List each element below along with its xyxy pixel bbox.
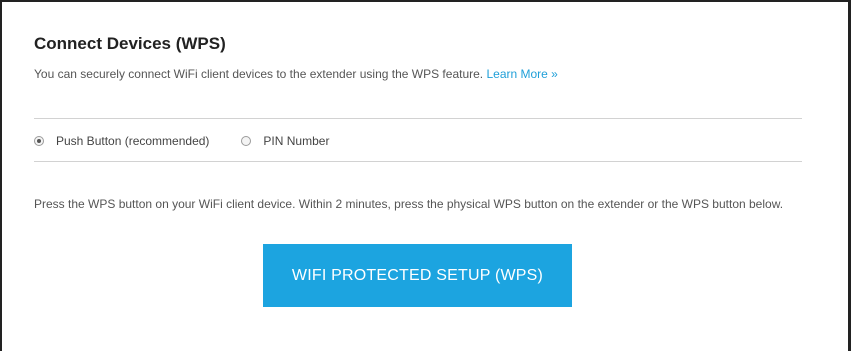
wps-method-radio-group: Push Button (recommended) PIN Number — [34, 131, 361, 151]
panel-border-top — [0, 0, 851, 2]
push-button-radio[interactable] — [34, 136, 44, 146]
wps-panel: Connect Devices (WPS) You can securely c… — [0, 0, 851, 351]
learn-more-link[interactable]: Learn More » — [486, 67, 557, 81]
page-title: Connect Devices (WPS) — [34, 34, 226, 53]
divider-bottom — [34, 161, 802, 162]
push-button-label: Push Button (recommended) — [56, 134, 210, 148]
pin-number-label: PIN Number — [263, 134, 330, 148]
divider-top — [34, 118, 802, 119]
section-description: You can securely connect WiFi client dev… — [34, 67, 558, 81]
description-text: You can securely connect WiFi client dev… — [34, 67, 484, 81]
pin-number-radio[interactable] — [241, 136, 252, 146]
pin-number-option[interactable]: PIN Number — [241, 134, 329, 148]
panel-border-left — [0, 0, 2, 351]
wps-button[interactable]: WIFI PROTECTED SETUP (WPS) — [263, 244, 572, 307]
push-button-option[interactable]: Push Button (recommended) — [34, 134, 209, 148]
wps-instructions: Press the WPS button on your WiFi client… — [34, 197, 784, 211]
